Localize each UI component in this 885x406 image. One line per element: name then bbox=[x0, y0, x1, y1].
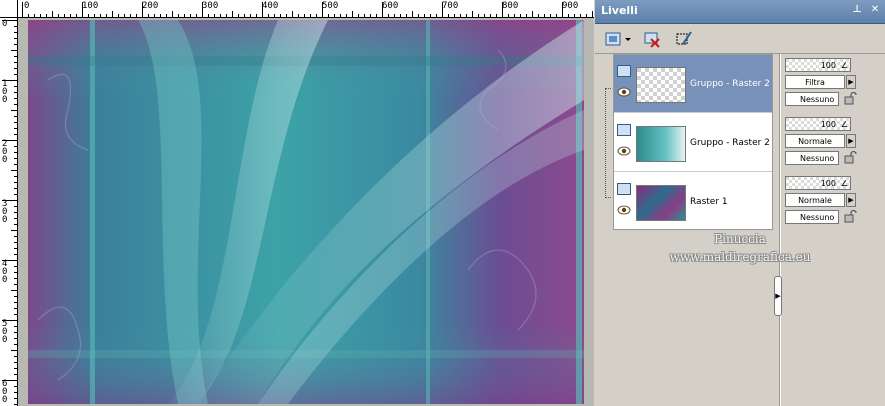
lock-icon[interactable] bbox=[843, 91, 857, 105]
opacity-caret-icon: ∠ bbox=[840, 179, 848, 188]
close-icon[interactable]: ✕ bbox=[869, 4, 881, 16]
layer-name[interactable]: Gruppo - Raster 2 bbox=[690, 79, 770, 89]
palette-titlebar[interactable]: Livelli ⊥ ✕ bbox=[595, 0, 885, 24]
delete-layer-icon bbox=[644, 32, 660, 48]
ruler-top-label: 0 bbox=[24, 1, 30, 11]
image-viewport[interactable] bbox=[18, 18, 594, 406]
visibility-eye-icon[interactable] bbox=[617, 205, 631, 215]
layers-list: Gruppo - Raster 2 Gruppo - Raster 2 Rast… bbox=[613, 54, 773, 231]
ruler-top-label: 800 bbox=[502, 1, 519, 11]
group-tree-line bbox=[605, 88, 611, 198]
mask-select[interactable]: Nessuno bbox=[785, 210, 839, 224]
opacity-slider[interactable]: 100 ∠ bbox=[785, 176, 851, 190]
opacity-value: 100 bbox=[820, 61, 836, 70]
ruler-left-label: 300 bbox=[2, 199, 8, 225]
ruler-left-label: 600 bbox=[2, 379, 8, 405]
opacity-slider[interactable]: 100 ∠ bbox=[785, 117, 851, 131]
ruler-top-label: 300 bbox=[202, 1, 219, 11]
opacity-caret-icon: ∠ bbox=[840, 61, 848, 70]
mask-select[interactable]: Nessuno bbox=[785, 92, 839, 106]
edit-selection-button[interactable] bbox=[673, 28, 695, 50]
raster-layer-icon bbox=[617, 124, 631, 136]
ruler-top-label: 700 bbox=[442, 1, 459, 11]
opacity-value: 100 bbox=[820, 120, 836, 129]
layer-row[interactable]: Raster 1 bbox=[614, 173, 772, 231]
canvas-area[interactable]: 0 100 200 300 400 500 600 700 800 900 0 … bbox=[0, 0, 594, 406]
layer-row[interactable]: Gruppo - Raster 2 bbox=[614, 55, 772, 113]
ruler-top-label: 200 bbox=[142, 1, 159, 11]
ruler-left-label: 200 bbox=[2, 139, 8, 165]
lock-icon[interactable] bbox=[843, 209, 857, 223]
layer-name[interactable]: Raster 1 bbox=[690, 197, 728, 207]
watermark: Pinuccia www.maldiregrafica.eu bbox=[625, 230, 855, 266]
blend-mode-arrow-icon[interactable]: ▶ bbox=[846, 134, 856, 148]
new-layer-icon bbox=[605, 32, 631, 46]
ruler-left: 0 100 200 300 400 500 600 bbox=[0, 18, 18, 406]
layer-properties-row: 100∠ Filtra ▶ ✎ Nessuno bbox=[783, 54, 859, 112]
new-layer-button[interactable] bbox=[603, 28, 633, 50]
layer-thumbnail[interactable] bbox=[636, 67, 686, 103]
layer-properties-row: 100∠ Normale ▶ ✎ Nessuno bbox=[783, 172, 859, 230]
app-window: 0 100 200 300 400 500 600 700 800 900 0 … bbox=[0, 0, 885, 406]
watermark-url: www.maldiregrafica.eu bbox=[669, 250, 811, 264]
opacity-slider[interactable]: 100 ∠ bbox=[785, 58, 851, 72]
mask-select[interactable]: Nessuno bbox=[785, 151, 839, 165]
layer-row[interactable]: Gruppo - Raster 2 bbox=[614, 114, 772, 172]
visibility-eye-icon[interactable] bbox=[617, 87, 631, 97]
delete-layer-button[interactable] bbox=[641, 28, 663, 50]
ruler-top-label: 900 bbox=[562, 1, 579, 11]
ruler-left-label: 500 bbox=[2, 319, 8, 345]
blend-mode-select[interactable]: Normale bbox=[785, 134, 845, 148]
blend-mode-select[interactable]: Normale bbox=[785, 193, 845, 207]
ruler-top-label: 600 bbox=[382, 1, 399, 11]
canvas-image[interactable] bbox=[28, 20, 584, 404]
palette-toolbar bbox=[595, 24, 885, 54]
ruler-corner bbox=[0, 0, 18, 18]
blend-mode-arrow-icon[interactable]: ▶ bbox=[846, 75, 856, 89]
blend-mode-arrow-icon[interactable]: ▶ bbox=[846, 193, 856, 207]
ruler-top-label: 500 bbox=[322, 1, 339, 11]
ruler-left-label: 400 bbox=[2, 259, 8, 285]
ruler-top: 0 100 200 300 400 500 600 700 800 900 bbox=[18, 0, 594, 18]
ruler-top-label: 100 bbox=[82, 1, 99, 11]
raster-layer-icon bbox=[617, 183, 631, 195]
ruler-top-label: 400 bbox=[262, 1, 279, 11]
panel-collapse-handle[interactable]: ▶ bbox=[774, 276, 782, 316]
layer-thumbnail[interactable] bbox=[636, 126, 686, 162]
opacity-value: 100 bbox=[820, 179, 836, 188]
ruler-left-label: 100 bbox=[2, 79, 8, 105]
edit-selection-icon bbox=[676, 31, 692, 45]
palette-title: Livelli bbox=[601, 4, 638, 17]
visibility-eye-icon[interactable] bbox=[617, 146, 631, 156]
layer-properties-row: 100∠ Normale ▶ ✎ Nessuno bbox=[783, 113, 859, 171]
watermark-name: Pinuccia bbox=[714, 232, 766, 246]
opacity-caret-icon: ∠ bbox=[840, 120, 848, 129]
layer-name[interactable]: Gruppo - Raster 2 bbox=[690, 138, 770, 148]
pin-icon[interactable]: ⊥ bbox=[851, 4, 863, 16]
ruler-left-label: 0 bbox=[2, 19, 8, 29]
layers-palette: Livelli ⊥ ✕ Gruppo - Raster 2 Gruppo - R… bbox=[595, 0, 885, 406]
blend-mode-select[interactable]: Filtra bbox=[785, 75, 845, 89]
lock-icon[interactable] bbox=[843, 150, 857, 164]
raster-layer-icon bbox=[617, 65, 631, 77]
layer-thumbnail[interactable] bbox=[636, 185, 686, 221]
